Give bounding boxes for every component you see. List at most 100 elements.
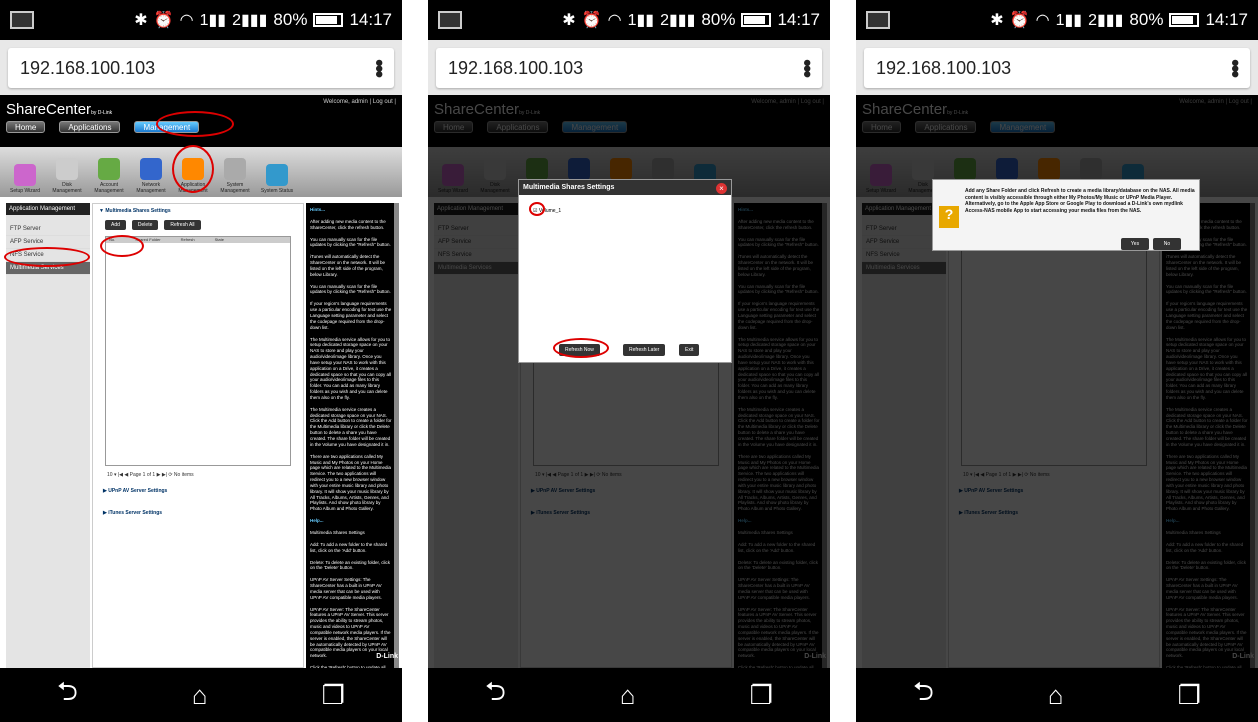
highlight-circle <box>553 338 609 358</box>
notification-icon <box>438 11 462 29</box>
signal-icon: 1▮▮ <box>627 12 655 29</box>
no-button[interactable]: No <box>1153 238 1181 250</box>
browser-toolbar: 192.168.100.103 ••• <box>856 40 1258 95</box>
mgmt-icon-2[interactable]: Account Management <box>92 158 126 194</box>
recents-icon[interactable]: ❐ <box>1178 680 1201 711</box>
notification-icon <box>866 11 890 29</box>
recents-icon[interactable]: ❐ <box>750 680 773 711</box>
highlight-circle <box>100 235 144 257</box>
signal-icon: 2▮▮▮ <box>660 12 696 29</box>
status-icon <box>266 164 288 186</box>
battery-percent: 80% <box>273 10 308 29</box>
sharecenter-page: ShareCenterby D-Link Welcome, admin | Lo… <box>856 95 1258 668</box>
help-paragraph: If your region's language requirements u… <box>310 301 392 330</box>
question-icon: ? <box>939 206 959 228</box>
status-bar: ✱ ⏰ ◠ 1▮▮ 2▮▮▮ 80% 14:17 <box>0 0 402 40</box>
system-icon <box>224 158 246 180</box>
phone-screenshot: ✱ ⏰ ◠ 1▮▮ 2▮▮▮ 80% 14:17 192.168.100.103… <box>856 0 1258 722</box>
subsection-toggle[interactable]: ▶ UPnP AV Server Settings <box>93 480 303 502</box>
help-paragraph: Add: To add a new folder to the shared l… <box>310 541 388 553</box>
dlink-logo: D-Link <box>376 653 398 660</box>
exit-button[interactable]: Exit <box>679 344 700 356</box>
help-paragraph: You can manually scan for the file updat… <box>310 236 391 248</box>
account-icon <box>98 158 120 180</box>
alarm-icon: ⏰ <box>1009 12 1030 29</box>
multimedia-dialog: Multimedia Shares Settings × ☑ Volume_1 … <box>518 179 732 363</box>
highlight-circle <box>172 145 214 193</box>
sharecenter-page: ShareCenterby D-Link Welcome, admin | Lo… <box>428 95 830 668</box>
back-icon[interactable]: ⮌ <box>57 673 78 717</box>
help-paragraph: There are two applications called My Mus… <box>310 453 392 512</box>
notification-icon <box>10 11 34 29</box>
url-field[interactable]: 192.168.100.103 ••• <box>8 48 394 88</box>
recents-icon[interactable]: ❐ <box>322 680 345 711</box>
scrollbar[interactable] <box>394 203 399 668</box>
wifi-icon: ◠ <box>179 12 194 29</box>
back-icon[interactable]: ⮌ <box>913 673 934 717</box>
status-bar: ✱ ⏰ ◠ 1▮▮ 2▮▮▮ 80% 14:17 <box>856 0 1258 40</box>
table-pager[interactable]: 10 ▾ |◀ ◀ Page 1 of 1 ▶ ▶| ⟳ No items <box>93 470 303 480</box>
help-panel: Hints... After adding new media content … <box>306 203 396 668</box>
battery-percent: 80% <box>1129 10 1164 29</box>
close-icon[interactable]: × <box>716 183 727 194</box>
table-col-header: Refresh <box>180 237 195 242</box>
help-paragraph: Delete: To delete an existing folder, cl… <box>310 559 390 571</box>
delete-button[interactable]: Delete <box>131 220 159 230</box>
signal-icon: 2▮▮▮ <box>232 12 268 29</box>
nav-applications[interactable]: Applications <box>59 121 121 133</box>
dialog-message: Add any Share Folder and click Refresh t… <box>965 188 1195 214</box>
welcome-text[interactable]: Welcome, admin | Log out | <box>323 99 396 105</box>
menu-icon[interactable]: ••• <box>1223 59 1248 76</box>
left-nav: Application Management FTP ServerAFP Ser… <box>6 203 90 668</box>
nav-home[interactable]: Home <box>6 121 46 133</box>
table-col-header: State <box>214 237 224 242</box>
wifi-icon: ◠ <box>1035 12 1050 29</box>
back-icon[interactable]: ⮌ <box>485 673 506 717</box>
help-paragraph: iTunes will automatically detect the Sha… <box>310 254 386 277</box>
home-icon[interactable]: ⌂ <box>192 680 208 711</box>
menu-icon[interactable]: ••• <box>795 59 820 76</box>
alarm-icon: ⏰ <box>153 12 174 29</box>
mgmt-icon-6[interactable]: System Status <box>260 164 294 194</box>
mgmt-icon-3[interactable]: Network Management <box>134 158 168 194</box>
confirm-dialog: ? Add any Share Folder and click Refresh… <box>932 179 1200 251</box>
phone-screenshot: ✱ ⏰ ◠ 1▮▮ 2▮▮▮ 80% 14:17 192.168.100.103… <box>0 0 402 722</box>
sharecenter-page: ShareCenterby D-Link Welcome, admin | Lo… <box>0 95 402 668</box>
menu-icon[interactable]: ••• <box>367 59 392 76</box>
help-paragraph: The Multimedia service creates a dedicat… <box>310 406 392 447</box>
subsection-toggle[interactable]: ▶ iTunes Server Settings <box>93 502 303 524</box>
android-nav-bar: ⮌ ⌂ ❐ <box>856 668 1258 722</box>
section-title: ▼ Multimedia Shares Settings <box>99 208 171 214</box>
wizard-icon <box>14 164 36 186</box>
left-nav-item[interactable]: FTP Server <box>6 223 90 236</box>
network-icon <box>140 158 162 180</box>
yes-button[interactable]: Yes <box>1121 238 1149 250</box>
help-paragraph: You can manually scan for the file updat… <box>310 283 391 295</box>
help-paragraph: After adding new media content to the Sh… <box>310 218 386 230</box>
mgmt-icon-0[interactable]: Setup Wizard <box>8 164 42 194</box>
help-paragraph: The Multimedia service allows for you to… <box>310 336 392 400</box>
add-button[interactable]: Add <box>105 220 126 230</box>
bluetooth-icon: ✱ <box>562 12 576 29</box>
battery-percent: 80% <box>701 10 736 29</box>
highlight-circle <box>529 202 545 216</box>
mgmt-icon-1[interactable]: Disk Management <box>50 158 84 194</box>
android-nav-bar: ⮌ ⌂ ❐ <box>428 668 830 722</box>
refresh-later-button[interactable]: Refresh Later <box>623 344 666 356</box>
help-paragraph: UPnP AV Server Settings: The ShareCenter… <box>310 577 382 600</box>
clock: 14:17 <box>349 10 392 29</box>
status-bar: ✱ ⏰ ◠ 1▮▮ 2▮▮▮ 80% 14:17 <box>428 0 830 40</box>
refresh-all-button[interactable]: Refresh All <box>164 220 201 230</box>
battery-icon <box>1169 13 1200 27</box>
url-field[interactable]: 192.168.100.103 ••• <box>436 48 822 88</box>
disk-icon <box>56 158 78 180</box>
url-field[interactable]: 192.168.100.103 ••• <box>864 48 1250 88</box>
signal-icon: 2▮▮▮ <box>1088 12 1124 29</box>
clock: 14:17 <box>777 10 820 29</box>
battery-icon <box>313 13 344 27</box>
wifi-icon: ◠ <box>607 12 622 29</box>
shares-table: No.Shared FolderRefreshState <box>105 236 291 466</box>
home-icon[interactable]: ⌂ <box>620 680 636 711</box>
mgmt-icon-5[interactable]: System Management <box>218 158 252 194</box>
home-icon[interactable]: ⌂ <box>1048 680 1064 711</box>
